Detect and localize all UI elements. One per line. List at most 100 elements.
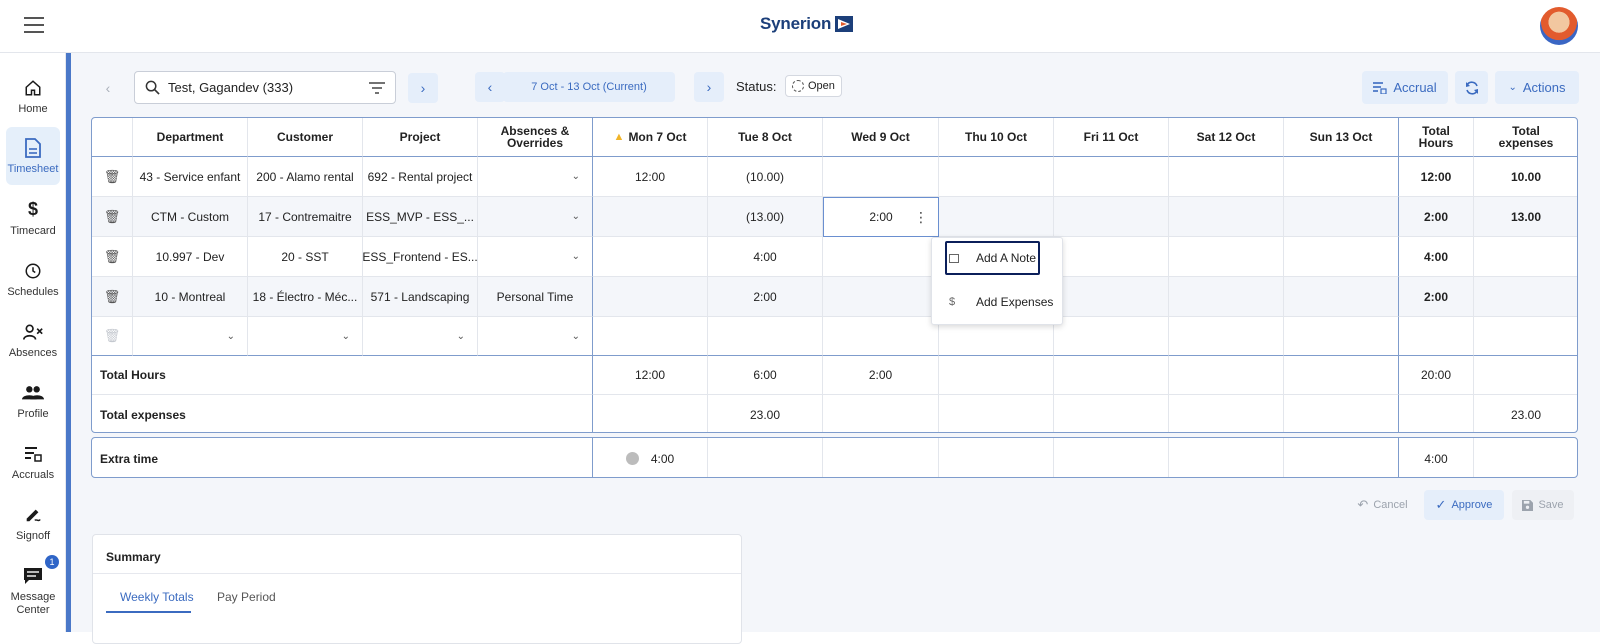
delete-row-button[interactable]: 🗑 bbox=[92, 277, 133, 317]
day-cell-mon[interactable]: 12:00 bbox=[593, 157, 708, 197]
status-badge: Open bbox=[785, 75, 842, 97]
day-cell-sat[interactable] bbox=[1169, 277, 1284, 317]
day-cell-wed[interactable] bbox=[823, 157, 939, 197]
chevron-down-icon: ⌄ bbox=[1508, 82, 1517, 93]
actions-button[interactable]: ⌄ Actions bbox=[1495, 71, 1579, 104]
day-cell-thu[interactable] bbox=[939, 197, 1054, 237]
active-tab-indicator bbox=[106, 611, 191, 613]
tab-weekly-totals[interactable]: Weekly Totals bbox=[120, 590, 194, 604]
new-day-cell[interactable] bbox=[823, 317, 939, 356]
day-cell-fri[interactable] bbox=[1054, 197, 1169, 237]
new-day-cell[interactable] bbox=[708, 317, 823, 356]
project-cell[interactable]: ESS_MVP - ESS_... bbox=[363, 197, 478, 237]
delete-row-button[interactable]: 🗑 bbox=[92, 197, 133, 237]
sidebar-item-message-center[interactable]: 1 Message Center bbox=[6, 555, 60, 624]
day-cell-thu[interactable] bbox=[939, 157, 1054, 197]
day-cell-sun[interactable] bbox=[1284, 197, 1399, 237]
day-cell-fri[interactable] bbox=[1054, 237, 1169, 277]
sidebar-item-absences[interactable]: Absences bbox=[6, 311, 60, 369]
day-cell-fri[interactable] bbox=[1054, 157, 1169, 197]
day-cell-tue[interactable]: (10.00) bbox=[708, 157, 823, 197]
customer-cell[interactable]: 18 - Électro - Méc... bbox=[248, 277, 363, 317]
sidebar-item-signoff[interactable]: Signoff bbox=[6, 494, 60, 552]
cancel-button[interactable]: ↶ Cancel bbox=[1351, 490, 1414, 520]
header-customer: Customer bbox=[248, 118, 363, 157]
day-cell-sun[interactable] bbox=[1284, 277, 1399, 317]
date-range-selector[interactable]: 7 Oct - 13 Oct (Current) bbox=[503, 72, 675, 102]
add-note-menu-item[interactable]: Add A Note bbox=[932, 238, 1062, 278]
absences-cell[interactable]: ⌄ bbox=[478, 237, 593, 277]
absences-cell[interactable]: Personal Time bbox=[478, 277, 593, 317]
total-hours-tue: 6:00 bbox=[708, 356, 823, 395]
project-cell[interactable]: ESS_Frontend - ES... bbox=[363, 237, 478, 277]
day-cell-tue[interactable]: 2:00 bbox=[708, 277, 823, 317]
delete-row-button[interactable]: 🗑 bbox=[92, 157, 133, 197]
next-employee-button[interactable]: › bbox=[408, 73, 438, 103]
filter-icon[interactable] bbox=[369, 81, 385, 94]
next-week-button[interactable]: › bbox=[694, 72, 724, 102]
new-day-cell[interactable] bbox=[1169, 317, 1284, 356]
day-cell-wed-focused[interactable]: 2:00 ⋮ bbox=[823, 197, 939, 237]
day-cell-mon[interactable] bbox=[593, 237, 708, 277]
project-cell[interactable]: 571 - Landscaping bbox=[363, 277, 478, 317]
day-cell-sat[interactable] bbox=[1169, 157, 1284, 197]
day-cell-tue[interactable]: 4:00 bbox=[708, 237, 823, 277]
trash-icon: 🗑 bbox=[103, 288, 121, 304]
new-day-cell[interactable] bbox=[1284, 317, 1399, 356]
new-customer-select[interactable]: ⌄ bbox=[248, 317, 363, 356]
day-cell-sat[interactable] bbox=[1169, 197, 1284, 237]
day-cell-fri[interactable] bbox=[1054, 277, 1169, 317]
day-cell-mon[interactable] bbox=[593, 197, 708, 237]
day-cell-mon[interactable] bbox=[593, 277, 708, 317]
customer-cell[interactable]: 20 - SST bbox=[248, 237, 363, 277]
accruals-icon bbox=[1373, 81, 1387, 94]
department-cell[interactable]: 10.997 - Dev bbox=[133, 237, 248, 277]
approve-button[interactable]: ✓ Approve bbox=[1424, 490, 1504, 520]
absences-cell[interactable]: ⌄ bbox=[478, 157, 593, 197]
absences-cell[interactable]: ⌄ bbox=[478, 197, 593, 237]
department-cell[interactable]: 10 - Montreal bbox=[133, 277, 248, 317]
previous-week-button[interactable]: ‹ bbox=[475, 72, 505, 102]
extra-time-label: Extra time bbox=[92, 438, 593, 477]
sidebar-item-profile[interactable]: Profile bbox=[6, 372, 60, 430]
department-cell[interactable]: 43 - Service enfant bbox=[133, 157, 248, 197]
department-cell[interactable]: CTM - Custom bbox=[133, 197, 248, 237]
day-cell-tue[interactable]: (13.00) bbox=[708, 197, 823, 237]
employee-search-field[interactable]: Test, Gagandev (333) bbox=[134, 71, 396, 104]
sidebar-item-timecard[interactable]: $ Timecard bbox=[6, 189, 60, 247]
extra-time-mon[interactable]: 4:00 bbox=[593, 438, 708, 477]
new-department-select[interactable]: ⌄ bbox=[133, 317, 248, 356]
tab-pay-period[interactable]: Pay Period bbox=[217, 590, 276, 604]
more-options-icon[interactable]: ⋮ bbox=[914, 209, 928, 226]
trash-icon: 🗑 bbox=[103, 208, 121, 224]
refresh-button[interactable] bbox=[1455, 71, 1488, 104]
user-avatar[interactable] bbox=[1540, 7, 1578, 45]
check-icon: ✓ bbox=[1435, 497, 1447, 512]
previous-employee-button[interactable]: ‹ bbox=[93, 73, 123, 103]
project-cell[interactable]: 692 - Rental project bbox=[363, 157, 478, 197]
day-cell-sun[interactable] bbox=[1284, 237, 1399, 277]
sidebar-item-timesheet[interactable]: Timesheet bbox=[6, 127, 60, 185]
new-day-cell[interactable] bbox=[593, 317, 708, 356]
sidebar-item-accruals[interactable]: Accruals bbox=[6, 433, 60, 491]
save-button[interactable]: Save bbox=[1512, 490, 1574, 520]
total-hours-thu bbox=[939, 356, 1054, 395]
day-cell-sat[interactable] bbox=[1169, 237, 1284, 277]
day-cell-wed[interactable] bbox=[823, 277, 939, 317]
sidebar-item-home[interactable]: Home bbox=[6, 67, 60, 125]
customer-cell[interactable]: 17 - Contremaitre bbox=[248, 197, 363, 237]
customer-cell[interactable]: 200 - Alamo rental bbox=[248, 157, 363, 197]
sidebar-item-schedules[interactable]: Schedules bbox=[6, 250, 60, 308]
header-absences-overrides: Absences & Overrides bbox=[478, 118, 593, 157]
new-day-cell[interactable] bbox=[1054, 317, 1169, 356]
row-total-expenses bbox=[1474, 277, 1577, 317]
new-absences-select[interactable]: ⌄ bbox=[478, 317, 593, 356]
new-project-select[interactable]: ⌄ bbox=[363, 317, 478, 356]
day-cell-wed[interactable] bbox=[823, 237, 939, 277]
day-cell-sun[interactable] bbox=[1284, 157, 1399, 197]
extra-time-total-hours: 4:00 bbox=[1399, 438, 1474, 477]
add-expenses-menu-item[interactable]: $ Add Expenses bbox=[932, 282, 1062, 322]
accrual-button[interactable]: Accrual bbox=[1362, 71, 1448, 104]
delete-row-button[interactable]: 🗑 bbox=[92, 237, 133, 277]
hamburger-menu-icon[interactable] bbox=[24, 17, 44, 33]
